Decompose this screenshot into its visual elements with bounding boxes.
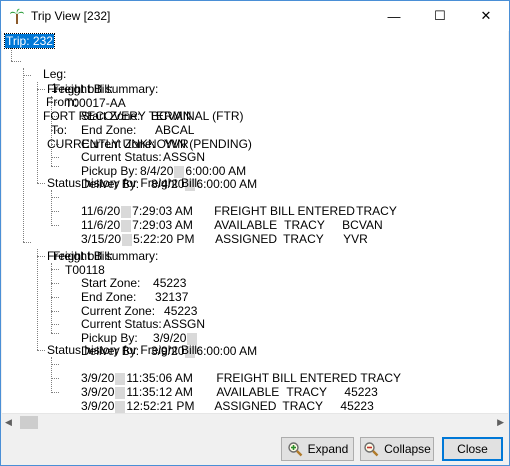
tree-connector bbox=[51, 378, 59, 379]
redacted-year bbox=[115, 400, 126, 413]
trip-tree-view[interactable]: Trip: 232 Leg: 1 From: FORT RECOVERY TER… bbox=[2, 31, 508, 429]
magnifier-minus-icon bbox=[364, 442, 379, 457]
tree-node-freight-bill[interactable]: Freight Bill: T00017-AA bbox=[33, 68, 126, 110]
tree-node-leg[interactable]: Leg: 1 From: FORT RECOVERY TERMINAL (FTR… bbox=[23, 53, 252, 151]
tree-node-history-entry[interactable]: 3/15/20 5:22:20 PM ASSIGNED TRACY YVR bbox=[61, 218, 368, 246]
tree-connector bbox=[37, 350, 45, 351]
tree-node-history-entry[interactable]: 3/9/20 11:35:12 AM AVAILABLE TRACY 45223 bbox=[61, 371, 378, 399]
tree-connector bbox=[51, 392, 59, 393]
tree-node-bill-summary[interactable]: Freight bill summary: bbox=[47, 82, 158, 96]
tree-node-bill-summary[interactable]: Freight bill summary: bbox=[47, 249, 158, 263]
history-event: ASSIGNED bbox=[215, 232, 278, 246]
tree-connector bbox=[51, 364, 59, 365]
collapse-label: Collapse bbox=[384, 442, 431, 456]
history-date: 3/9/20 bbox=[81, 399, 115, 413]
close-button[interactable]: Close bbox=[442, 437, 503, 461]
tree-connector bbox=[51, 157, 59, 158]
maximize-icon: ☐ bbox=[434, 8, 446, 23]
expand-label: Expand bbox=[307, 442, 349, 456]
tree-connector bbox=[51, 190, 52, 226]
history-time: 12:52:21 PM bbox=[126, 399, 195, 413]
tree-connector bbox=[11, 61, 21, 62]
tree-connector bbox=[51, 297, 59, 298]
close-icon: ✕ bbox=[480, 8, 492, 23]
tree-node-history-entry[interactable]: 11/6/20 7:29:03 AM FREIGHT BILL ENTEREDTRA… bbox=[61, 190, 414, 218]
tree-node-current-zone[interactable]: Current Zone: YVR bbox=[61, 123, 189, 151]
tree-node-history-entry[interactable]: 11/6/20 7:29:03 AM AVAILABLE TRACY BCVAN bbox=[61, 204, 383, 232]
title-bar: Trip View [232] — ☐ ✕ bbox=[1, 1, 509, 31]
horizontal-scrollbar[interactable]: ◀ ▶ bbox=[2, 413, 508, 431]
minimize-icon: — bbox=[387, 8, 401, 24]
deliver-time: 6:00:00 AM bbox=[196, 177, 258, 191]
close-window-button[interactable]: ✕ bbox=[463, 1, 509, 31]
window-title: Trip View [232] bbox=[31, 9, 111, 23]
history-time: 5:22:20 PM bbox=[133, 232, 195, 246]
scroll-left-icon[interactable]: ◀ bbox=[5, 417, 12, 428]
tree-node-freight-bill[interactable]: Freight Bill: T00118 bbox=[33, 235, 113, 277]
tree-node-current-status[interactable]: Current Status:ASSGN bbox=[61, 136, 205, 164]
maximize-button[interactable]: ☐ bbox=[417, 1, 463, 31]
tree-node-current-status[interactable]: Current Status:ASSGN bbox=[61, 303, 205, 331]
button-bar: Expand Collapse Close bbox=[1, 433, 509, 465]
tree-connector bbox=[51, 311, 59, 312]
redacted-year bbox=[122, 233, 133, 246]
tree-node-history-entry[interactable]: 3/9/20 11:35:06 AM FREIGHT BILL ENTERED TRA… bbox=[61, 357, 418, 385]
history-user: TRACY bbox=[283, 232, 324, 246]
tree-node-start-zone[interactable]: Start Zone: BCVAN bbox=[61, 95, 191, 123]
tree-node-end-zone[interactable]: End Zone: 32137 bbox=[61, 276, 188, 304]
tree-connector bbox=[51, 225, 59, 226]
tree-node-status-history[interactable]: Status history for Freight Bill: bbox=[47, 176, 200, 190]
tree-connector bbox=[51, 197, 59, 198]
tree-connector bbox=[37, 183, 45, 184]
history-zone: 45223 bbox=[340, 399, 374, 413]
tree-node-pickup-by[interactable]: Pickup By: 3/9/20 bbox=[61, 317, 198, 345]
palm-tree-icon bbox=[10, 8, 24, 24]
scroll-right-icon[interactable]: ▶ bbox=[497, 417, 504, 428]
history-user: TRACY bbox=[282, 399, 324, 413]
tree-node-trip[interactable]: Trip: 232 bbox=[4, 33, 55, 49]
expand-button[interactable]: Expand bbox=[281, 437, 354, 461]
tree-node-history-entry[interactable]: 3/9/20 12:52:21 PM ASSIGNED TRACY 45223 bbox=[61, 385, 374, 413]
close-label: Close bbox=[457, 442, 488, 456]
tree-connector bbox=[51, 211, 59, 212]
history-event: ASSIGNED bbox=[214, 399, 277, 413]
tree-connector bbox=[23, 242, 31, 243]
tree-connector bbox=[51, 357, 52, 393]
tree-connector bbox=[51, 166, 59, 167]
scrollbar-thumb[interactable] bbox=[20, 416, 38, 429]
tree-connector bbox=[51, 333, 59, 334]
tree-node-start-zone[interactable]: Start Zone: 45223 bbox=[61, 262, 186, 290]
tree-node-deliver-by[interactable]: Deliver By: 8/4/20 6:00:00 AM bbox=[61, 163, 257, 191]
tree-connector bbox=[51, 324, 59, 325]
minimize-button[interactable]: — bbox=[371, 1, 417, 31]
tree-node-pickup-by[interactable]: Pickup By: 8/4/20 6:00:00 AM bbox=[61, 150, 246, 178]
collapse-button[interactable]: Collapse bbox=[360, 437, 434, 461]
tree-node-status-history[interactable]: Status history for Freight Bill: bbox=[47, 343, 200, 357]
tree-node-deliver-by[interactable]: Deliver By: 3/9/20 6:00:00 AM bbox=[61, 330, 257, 358]
tree-node-current-zone[interactable]: Current Zone: 45223 bbox=[61, 290, 197, 318]
history-zone: YVR bbox=[343, 232, 368, 246]
tree-node-end-zone[interactable]: End Zone: ABCAL bbox=[61, 109, 194, 137]
tree-connector bbox=[51, 283, 59, 284]
deliver-time: 6:00:00 AM bbox=[196, 344, 258, 358]
trip-view-window: Trip View [232] — ☐ ✕ Trip: 232 Leg: 1 F… bbox=[0, 0, 510, 466]
magnifier-plus-icon bbox=[287, 442, 302, 457]
